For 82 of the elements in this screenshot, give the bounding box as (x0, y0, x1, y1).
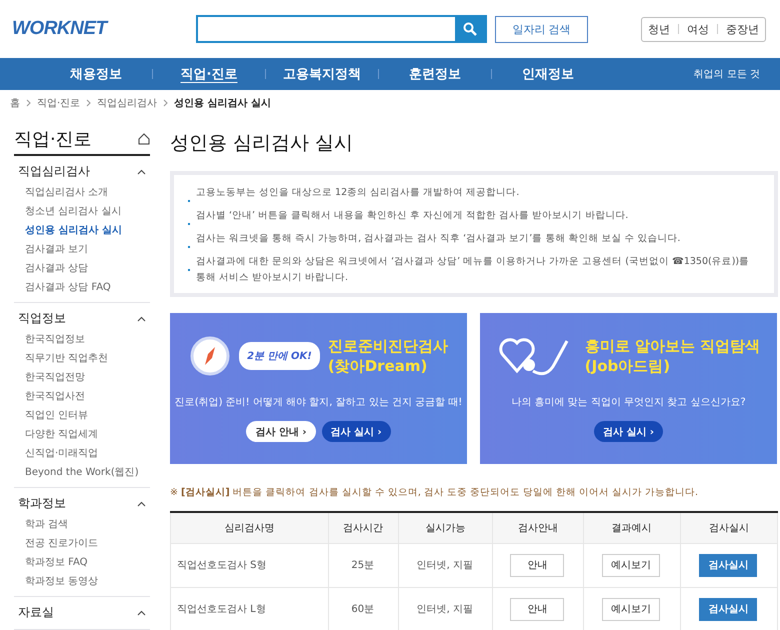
table-cell: 직업선호도검사 L형 (170, 587, 328, 630)
search-icon (463, 22, 477, 36)
column-header: 심리검사명 (170, 512, 328, 543)
caret-icon (137, 500, 146, 506)
caret-icon (137, 168, 146, 174)
home-icon[interactable] (138, 133, 150, 145)
start-test-button[interactable]: 검사실시 (699, 598, 758, 620)
example-button[interactable]: 예시보기 (602, 598, 660, 620)
column-header: 검사실시 (680, 512, 778, 543)
chevron-icon (86, 99, 92, 107)
table-cell: 25분 (328, 543, 398, 587)
breadcrumb-link[interactable]: 직업·진로 (37, 96, 80, 110)
audience-link[interactable]: 청년 (648, 22, 670, 36)
sidebar-section-header[interactable]: 자료실 (14, 597, 150, 624)
sidebar-item[interactable]: 전공 진로가이드 (14, 534, 150, 553)
sidebar-item[interactable]: 검사결과 상담 FAQ (14, 278, 150, 297)
banner-title: 흥미로 알아보는 직업탐색 (584, 336, 760, 356)
notice-text: 검사결과에 대한 문의와 상담은 워크넷에서 ‘검사결과 상담’ 메뉴를 이용하거나 가까운 고용센터 (국번없이 ☎1350(유료))를 통해 서비스 받아보시기 바랍니다. (196, 255, 750, 285)
nav-tab[interactable]: 인재정보 (492, 65, 604, 83)
example-button[interactable]: 예시보기 (602, 554, 660, 576)
note-text: ※ [검사실시] 버튼을 클릭하여 검사를 실시할 수 있으며, 검사 도중 중단되어도 당일에 한해 이어서 실시가 가능합니다. (170, 486, 700, 499)
speech-bubble: 2분 만에 OK! (239, 342, 320, 370)
banner-button[interactable]: 검사 실시 › (594, 421, 664, 442)
audience-link[interactable]: 여성 (687, 22, 709, 36)
start-test-button[interactable]: 검사실시 (699, 554, 758, 576)
sidebar-item[interactable]: 검사결과 상담 (14, 259, 150, 278)
notice-text: 검사는 워크넷을 통해 즉시 가능하며, 검사결과는 검사 직후 ‘검사결과 보기’를 통해 확인해 보실 수 있습니다. (196, 232, 680, 246)
caret-icon (137, 610, 146, 616)
sidebar-item[interactable]: 다양한 직업세계 (14, 425, 150, 444)
nav-tab[interactable]: 직업·진로 (153, 65, 265, 83)
sidebar-item[interactable]: 직업인 인터뷰 (14, 406, 150, 425)
sidebar-item[interactable]: 직무기반 직업추천 (14, 349, 150, 368)
sidebar-section-header[interactable]: 직업심리검사 (14, 156, 150, 183)
nav-tab[interactable]: 고용복지정책 (266, 65, 378, 83)
banner-button[interactable]: 검사 안내 › (246, 421, 316, 442)
sidebar-item[interactable]: 청소년 심리검사 실시 (14, 202, 150, 221)
notice-text: 고용노동부는 성인을 대상으로 12종의 심리검사를 개발하여 제공합니다. (196, 186, 520, 200)
sidebar-item[interactable]: 학과정보 FAQ (14, 553, 150, 572)
sidebar-item[interactable]: 검사결과 보기 (14, 240, 150, 259)
sidebar-item[interactable]: 직업심리검사 소개 (14, 183, 150, 202)
banner-description: 나의 흥미에 맞는 직업이 무엇인지 찾고 싶으신가요? (511, 396, 746, 409)
sidebar-item[interactable]: Beyond the Work(웹진) (14, 463, 150, 482)
chevron-icon (26, 99, 31, 107)
banner-title: (Job아드림) (584, 356, 672, 376)
column-header: 결과예시 (583, 512, 680, 543)
nav-tab[interactable]: 채용정보 (40, 65, 152, 83)
audience-link[interactable]: 중장년 (726, 22, 759, 36)
guide-button[interactable]: 안내 (510, 598, 564, 620)
column-header: 실시가능 (398, 512, 492, 543)
banner-title: (찾아Dream) (328, 356, 428, 376)
sidebar-item[interactable]: 한국직업정보 (14, 330, 150, 349)
sidebar-item[interactable]: 한국직업사전 (14, 387, 150, 406)
worknet-logo[interactable]: WORKNET (12, 18, 196, 40)
banner-description: 진로(취업) 준비! 어떻게 해야 할지, 잘하고 있는 건지 궁금할 때! (174, 396, 462, 409)
column-header: 검사시간 (328, 512, 398, 543)
sidebar-section-header[interactable]: 학과정보 (14, 488, 150, 515)
banner-button[interactable]: 검사 실시 › (322, 421, 391, 442)
compass-icon (189, 335, 232, 377)
sidebar-item[interactable]: 학과정보 동영상 (14, 572, 150, 591)
banner-title: 진로준비진단검사 (328, 336, 448, 356)
sidebar-title: 직업·진로 (14, 128, 92, 151)
sidebar-item[interactable]: 성인용 심리검사 실시 (14, 221, 150, 240)
notice-text: 검사별 ‘안내’ 버튼을 클릭해서 내용을 확인하신 후 자신에게 적합한 검사를 받아보시기 바랍니다. (196, 209, 628, 223)
search-button[interactable] (455, 17, 485, 41)
page-title: 성인용 심리검사 실시 (170, 131, 354, 156)
sidebar-section-header[interactable]: 직업정보 (14, 303, 150, 330)
breadcrumb-link[interactable]: 성인용 심리검사 실시 (174, 96, 272, 110)
table-cell: 직업선호도검사 S형 (170, 543, 328, 587)
caret-icon (137, 316, 146, 322)
search-field[interactable] (196, 15, 487, 43)
guide-button[interactable]: 안내 (510, 554, 564, 576)
sidebar-item[interactable]: 신직업·미래직업 (14, 444, 150, 463)
table-cell: 인터넷, 지필 (398, 543, 492, 587)
breadcrumb-link[interactable]: 홈 (10, 96, 20, 110)
nav-tab[interactable]: 훈련정보 (379, 65, 491, 83)
chevron-icon (163, 99, 168, 107)
column-header: 검사안내 (492, 512, 584, 543)
job-search-button[interactable]: 일자리 검색 (495, 16, 588, 42)
sidebar-item[interactable]: 학과 검색 (14, 515, 150, 534)
sidebar-item[interactable]: 한국직업전망 (14, 368, 150, 387)
breadcrumb-link[interactable]: 직업심리검사 (97, 96, 158, 110)
nav-link[interactable]: 취업의 모든 것 (694, 67, 760, 81)
